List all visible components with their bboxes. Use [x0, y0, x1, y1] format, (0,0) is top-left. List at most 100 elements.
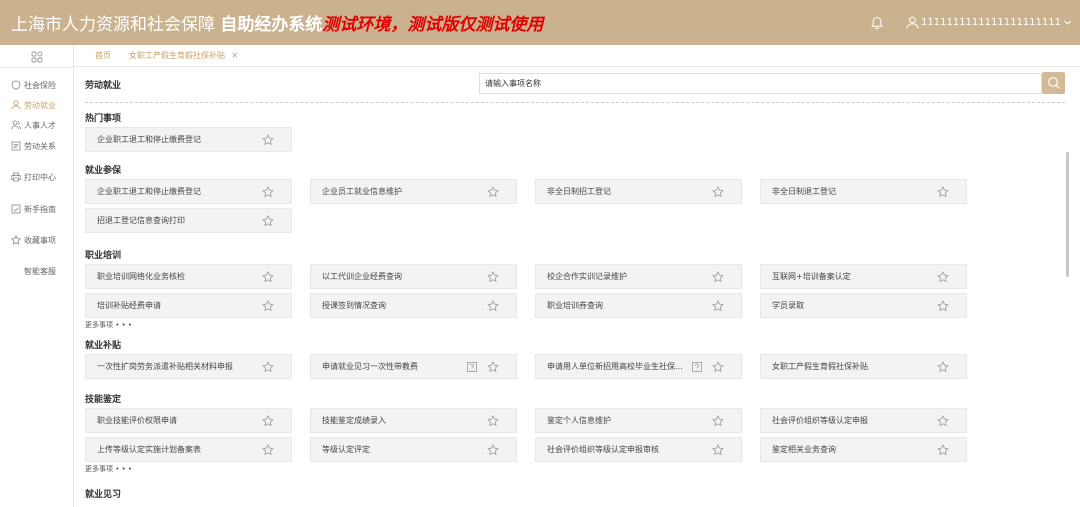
star-icon[interactable] [487, 186, 499, 198]
service-item[interactable]: 社会评价组织等级认定申报审核 [535, 437, 742, 462]
user-icon [906, 16, 919, 29]
service-item-label: 授课签到情况查询 [322, 301, 386, 310]
star-icon[interactable] [262, 271, 274, 283]
section-title: 就业补贴 [85, 341, 122, 351]
service-item[interactable]: 非全日制招工登记 [535, 179, 742, 204]
section-title: 就业见习 [85, 490, 122, 500]
sidebar-item-favorites[interactable]: 收藏事项 [11, 234, 56, 246]
search-button[interactable] [1042, 72, 1065, 94]
star-icon[interactable] [487, 300, 499, 312]
service-item[interactable]: 校企合作实训记录维护 [535, 264, 742, 289]
service-item[interactable]: 社会评价组织等级认定申报 [760, 408, 967, 433]
star-icon[interactable] [937, 361, 949, 373]
service-item[interactable]: 一次性扩岗劳务派遣补贴相关材料申报 [85, 354, 292, 379]
tab-maternity-subsidy[interactable]: 女职工产假生育假社保补贴 [129, 50, 225, 61]
help-icon[interactable] [467, 362, 477, 372]
service-item[interactable]: 技能鉴定成绩录入 [310, 408, 517, 433]
scrollbar[interactable] [1066, 152, 1069, 277]
star-icon[interactable] [262, 134, 274, 146]
star-icon[interactable] [937, 271, 949, 283]
service-item-label: 以工代训企业经费查询 [322, 272, 402, 281]
star-icon[interactable] [712, 415, 724, 427]
sidebar-item-print-center[interactable]: 打印中心 [11, 171, 56, 183]
service-item-label: 培训补贴经费申请 [97, 301, 161, 310]
close-icon[interactable]: × [231, 51, 239, 61]
star-icon [11, 235, 21, 245]
search-input[interactable] [480, 74, 1041, 93]
star-icon[interactable] [712, 300, 724, 312]
star-icon[interactable] [712, 271, 724, 283]
sidebar-item-personnel[interactable]: 人事人才 [11, 119, 56, 131]
title-warning: 测试环境，测试版仅测试使用 [322, 15, 544, 35]
section-title: 技能鉴定 [85, 395, 122, 405]
people-icon [11, 120, 21, 130]
service-item[interactable]: 上传等级认定实施计划备案表 [85, 437, 292, 462]
guide-icon [11, 204, 21, 214]
sidebar-item-guide[interactable]: 新手指南 [11, 203, 56, 215]
star-icon[interactable] [487, 415, 499, 427]
service-item[interactable]: 企业职工退工和停止缴费登记 [85, 127, 292, 152]
star-icon[interactable] [937, 186, 949, 198]
service-item[interactable]: 职业培训券查询 [535, 293, 742, 318]
service-item[interactable]: 申请就业见习一次性带教费 [310, 354, 517, 379]
sidebar-item-labor-relations[interactable]: 劳动关系 [11, 140, 56, 152]
search-icon [1047, 77, 1060, 89]
service-item[interactable]: 学员录取 [760, 293, 967, 318]
service-item-label: 鉴定相关业务查询 [772, 445, 836, 454]
service-item[interactable]: 鉴定个人信息维护 [535, 408, 742, 433]
service-item-label: 职业技能评价权限申请 [97, 416, 177, 425]
service-item[interactable]: 互联网+培训备案认定 [760, 264, 967, 289]
star-icon[interactable] [712, 444, 724, 456]
service-item[interactable]: 企业员工就业信息维护 [310, 179, 517, 204]
sidebar-item-smart-service[interactable]: 智能客服 [24, 265, 56, 277]
more-items-link[interactable]: 更多事项 • • • [85, 320, 132, 330]
service-item-label: 企业员工就业信息维护 [322, 187, 402, 196]
star-icon[interactable] [712, 361, 724, 373]
star-icon[interactable] [262, 215, 274, 227]
star-icon[interactable] [262, 415, 274, 427]
service-item[interactable]: 职业技能评价权限申请 [85, 408, 292, 433]
service-item[interactable]: 非全日制退工登记 [760, 179, 967, 204]
sidebar-item-employment[interactable]: 劳动就业 [11, 99, 56, 111]
service-item[interactable]: 企业职工退工和停止缴费登记 [85, 179, 292, 204]
service-item[interactable]: 招退工登记信息查询打印 [85, 208, 292, 233]
star-icon[interactable] [937, 444, 949, 456]
app-grid-icon[interactable] [31, 51, 43, 63]
section-title: 就业参保 [85, 166, 122, 176]
star-icon[interactable] [262, 444, 274, 456]
service-item[interactable]: 鉴定相关业务查询 [760, 437, 967, 462]
star-icon[interactable] [937, 415, 949, 427]
star-icon[interactable] [937, 300, 949, 312]
tab-bar: 首页 女职工产假生育假社保补贴 × [74, 45, 1080, 67]
star-icon[interactable] [262, 186, 274, 198]
service-item[interactable]: 培训补贴经费申请 [85, 293, 292, 318]
service-item-label: 职业培训网络化业务核检 [97, 272, 185, 281]
help-icon[interactable] [692, 362, 702, 372]
star-icon[interactable] [712, 186, 724, 198]
service-item[interactable]: 申请用人单位新招用高校毕业生社保... [535, 354, 742, 379]
star-icon[interactable] [262, 300, 274, 312]
more-items-link[interactable]: 更多事项 • • • [85, 464, 132, 474]
username[interactable]: 1111111111111111111111 [921, 17, 1061, 28]
document-icon [11, 141, 21, 151]
service-item-label: 鉴定个人信息维护 [547, 416, 611, 425]
star-icon[interactable] [487, 361, 499, 373]
shield-icon [11, 80, 21, 90]
service-item-label: 非全日制退工登记 [772, 187, 836, 196]
service-item[interactable]: 女职工产假生育假社保补贴 [760, 354, 967, 379]
tab-home[interactable]: 首页 [95, 50, 111, 61]
search-box [479, 73, 1042, 94]
star-icon[interactable] [262, 361, 274, 373]
sidebar-item-social-insurance[interactable]: 社会保险 [11, 79, 56, 91]
service-item-label: 等级认定评定 [322, 445, 370, 454]
chevron-down-icon[interactable] [1063, 18, 1072, 27]
service-item[interactable]: 授课签到情况查询 [310, 293, 517, 318]
service-item[interactable]: 以工代训企业经费查询 [310, 264, 517, 289]
service-item[interactable]: 等级认定评定 [310, 437, 517, 462]
star-icon[interactable] [487, 271, 499, 283]
service-item[interactable]: 职业培训网络化业务核检 [85, 264, 292, 289]
star-icon[interactable] [487, 444, 499, 456]
service-item-label: 上传等级认定实施计划备案表 [97, 445, 201, 454]
bell-icon[interactable] [870, 16, 884, 30]
person-icon [11, 100, 21, 110]
